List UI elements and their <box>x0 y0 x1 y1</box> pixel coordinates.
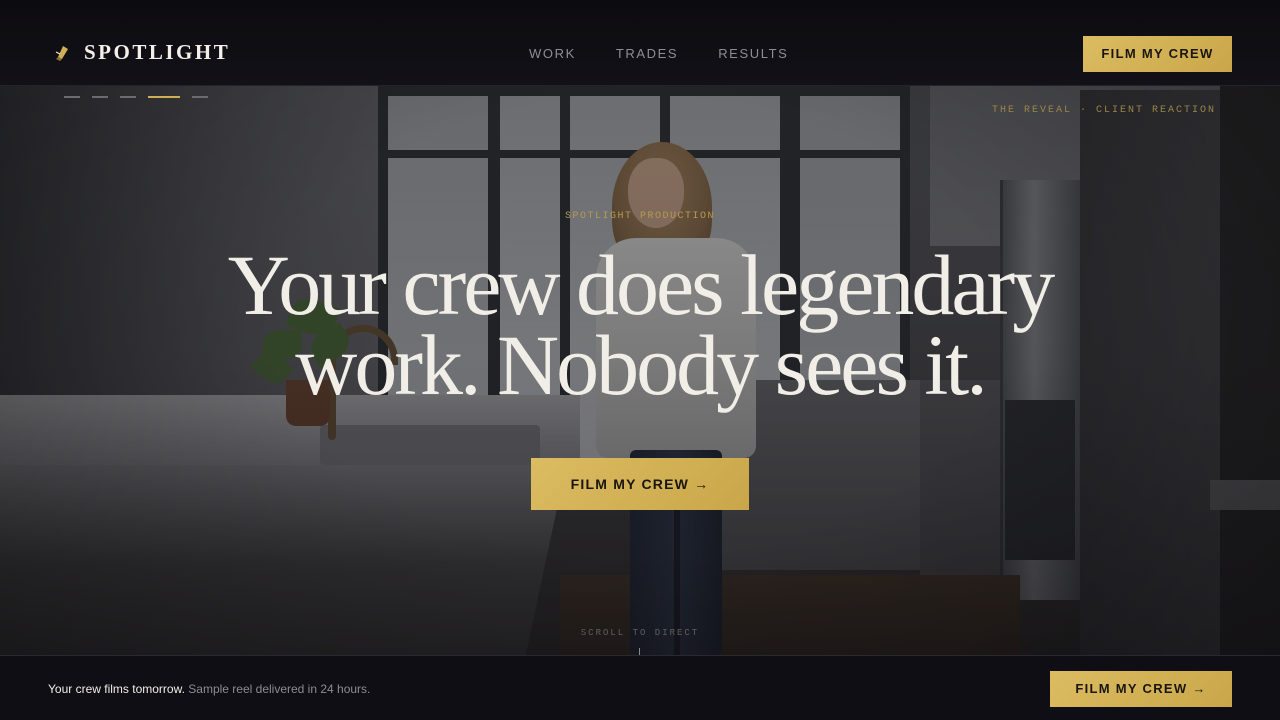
hero-headline-line-2: work. Nobody sees it. <box>295 317 987 413</box>
slide-indicator-2[interactable] <box>92 96 108 98</box>
bottom-bar-lead: Your crew films tomorrow. <box>48 682 185 696</box>
bottom-film-my-crew-button[interactable]: FILM MY CREW → <box>1050 671 1232 707</box>
hero-eyebrow: SPOTLIGHT PRODUCTION <box>564 211 716 222</box>
brand-logo[interactable]: SPOTLIGHT <box>54 40 230 65</box>
slide-caption: THE REVEAL · CLIENT REACTION <box>991 105 1216 116</box>
slide-indicator-5[interactable] <box>192 96 208 98</box>
sticky-bottom-bar: Your crew films tomorrow. Sample reel de… <box>0 655 1280 720</box>
slide-indicator-3[interactable] <box>120 96 136 98</box>
main-nav: WORK TRADES RESULTS <box>529 46 788 61</box>
slide-indicator-4-active[interactable] <box>148 96 180 98</box>
spotlight-icon <box>54 44 70 62</box>
nav-film-my-crew-button[interactable]: FILM MY CREW <box>1083 36 1232 72</box>
hero-film-my-crew-button[interactable]: FILM MY CREW → <box>531 458 749 510</box>
nav-item-results[interactable]: RESULTS <box>718 46 788 61</box>
scroll-hint: SCROLL TO DIRECT <box>580 628 700 638</box>
hero-headline: Your crew does legendary work. Nobody se… <box>0 237 1280 413</box>
top-nav-bar: SPOTLIGHT WORK TRADES RESULTS FILM MY CR… <box>0 0 1280 86</box>
hero-headline-line-1: Your crew does legendary <box>227 237 1055 333</box>
slide-indicators <box>64 96 208 98</box>
brand-name: SPOTLIGHT <box>84 40 231 64</box>
bottom-bar-detail: Sample reel delivered in 24 hours. <box>188 682 371 696</box>
slide-indicator-1[interactable] <box>64 96 80 98</box>
nav-item-trades[interactable]: TRADES <box>616 46 678 61</box>
bottom-bar-message: Your crew films tomorrow. Sample reel de… <box>48 682 370 696</box>
nav-item-work[interactable]: WORK <box>529 46 576 61</box>
